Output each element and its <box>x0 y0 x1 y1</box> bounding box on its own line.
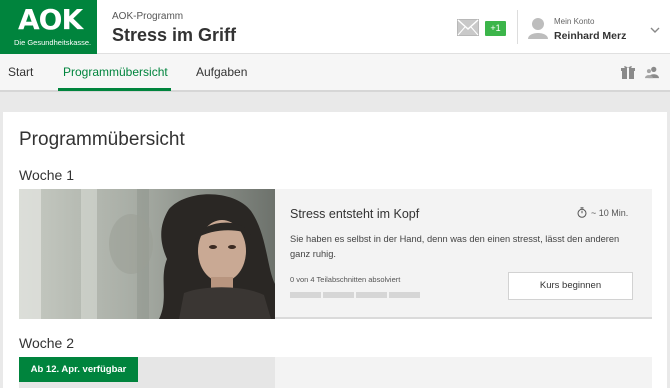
mail-icon[interactable] <box>457 19 479 36</box>
lesson-title: Stress entsteht im Kopf <box>290 207 420 221</box>
progress-segment <box>290 292 321 298</box>
user-avatar-icon[interactable] <box>528 17 548 39</box>
lesson-duration: ~ 10 Min. <box>577 207 628 218</box>
header-divider <box>517 10 518 44</box>
active-tab-indicator <box>58 88 171 91</box>
lesson-card[interactable]: Stress entsteht im Kopf ~ 10 Min. Sie ha… <box>19 189 652 319</box>
program-subtitle: AOK-Programm <box>112 11 184 22</box>
availability-badge: Ab 12. Apr. verfügbar <box>19 357 138 382</box>
tab-navigation: Start Programmübersicht Aufgaben <box>0 54 670 92</box>
account-name[interactable]: Reinhard Merz <box>554 30 626 42</box>
lesson-photo <box>19 189 275 319</box>
tab-start[interactable]: Start <box>8 65 33 79</box>
week-2-heading: Woche 2 <box>19 335 74 351</box>
week-1-heading: Woche 1 <box>19 167 74 183</box>
chevron-down-icon[interactable] <box>650 27 660 34</box>
logo-tagline: Die Gesundheitskasse. <box>14 38 92 47</box>
logo-mark: AOK <box>18 3 83 36</box>
users-icon[interactable] <box>645 65 659 79</box>
page-title: Programmübersicht <box>19 129 185 150</box>
account-label[interactable]: Mein Konto <box>554 17 594 26</box>
start-course-button[interactable]: Kurs beginnen <box>508 272 633 300</box>
stopwatch-icon <box>577 207 587 218</box>
progress-segment <box>389 292 420 298</box>
lesson-progress-bar <box>290 292 420 298</box>
lesson-description: Sie haben es selbst in der Hand, denn wa… <box>290 234 620 259</box>
progress-segment <box>356 292 387 298</box>
duration-text: ~ 10 Min. <box>591 207 629 218</box>
gift-icon[interactable] <box>621 65 635 79</box>
program-title: Stress im Griff <box>112 25 237 45</box>
notification-badge[interactable]: +1 <box>485 21 506 36</box>
aok-logo[interactable]: AOK Die Gesundheitskasse. <box>0 0 97 54</box>
progress-segment <box>323 292 354 298</box>
progress-text: 0 von 4 Teilabschnitten absolviert <box>290 275 401 284</box>
tab-programmuebersicht[interactable]: Programmübersicht <box>63 65 168 79</box>
app-header: AOK Die Gesundheitskasse. AOK-Programm S… <box>0 0 670 54</box>
tab-aufgaben[interactable]: Aufgaben <box>196 65 247 79</box>
